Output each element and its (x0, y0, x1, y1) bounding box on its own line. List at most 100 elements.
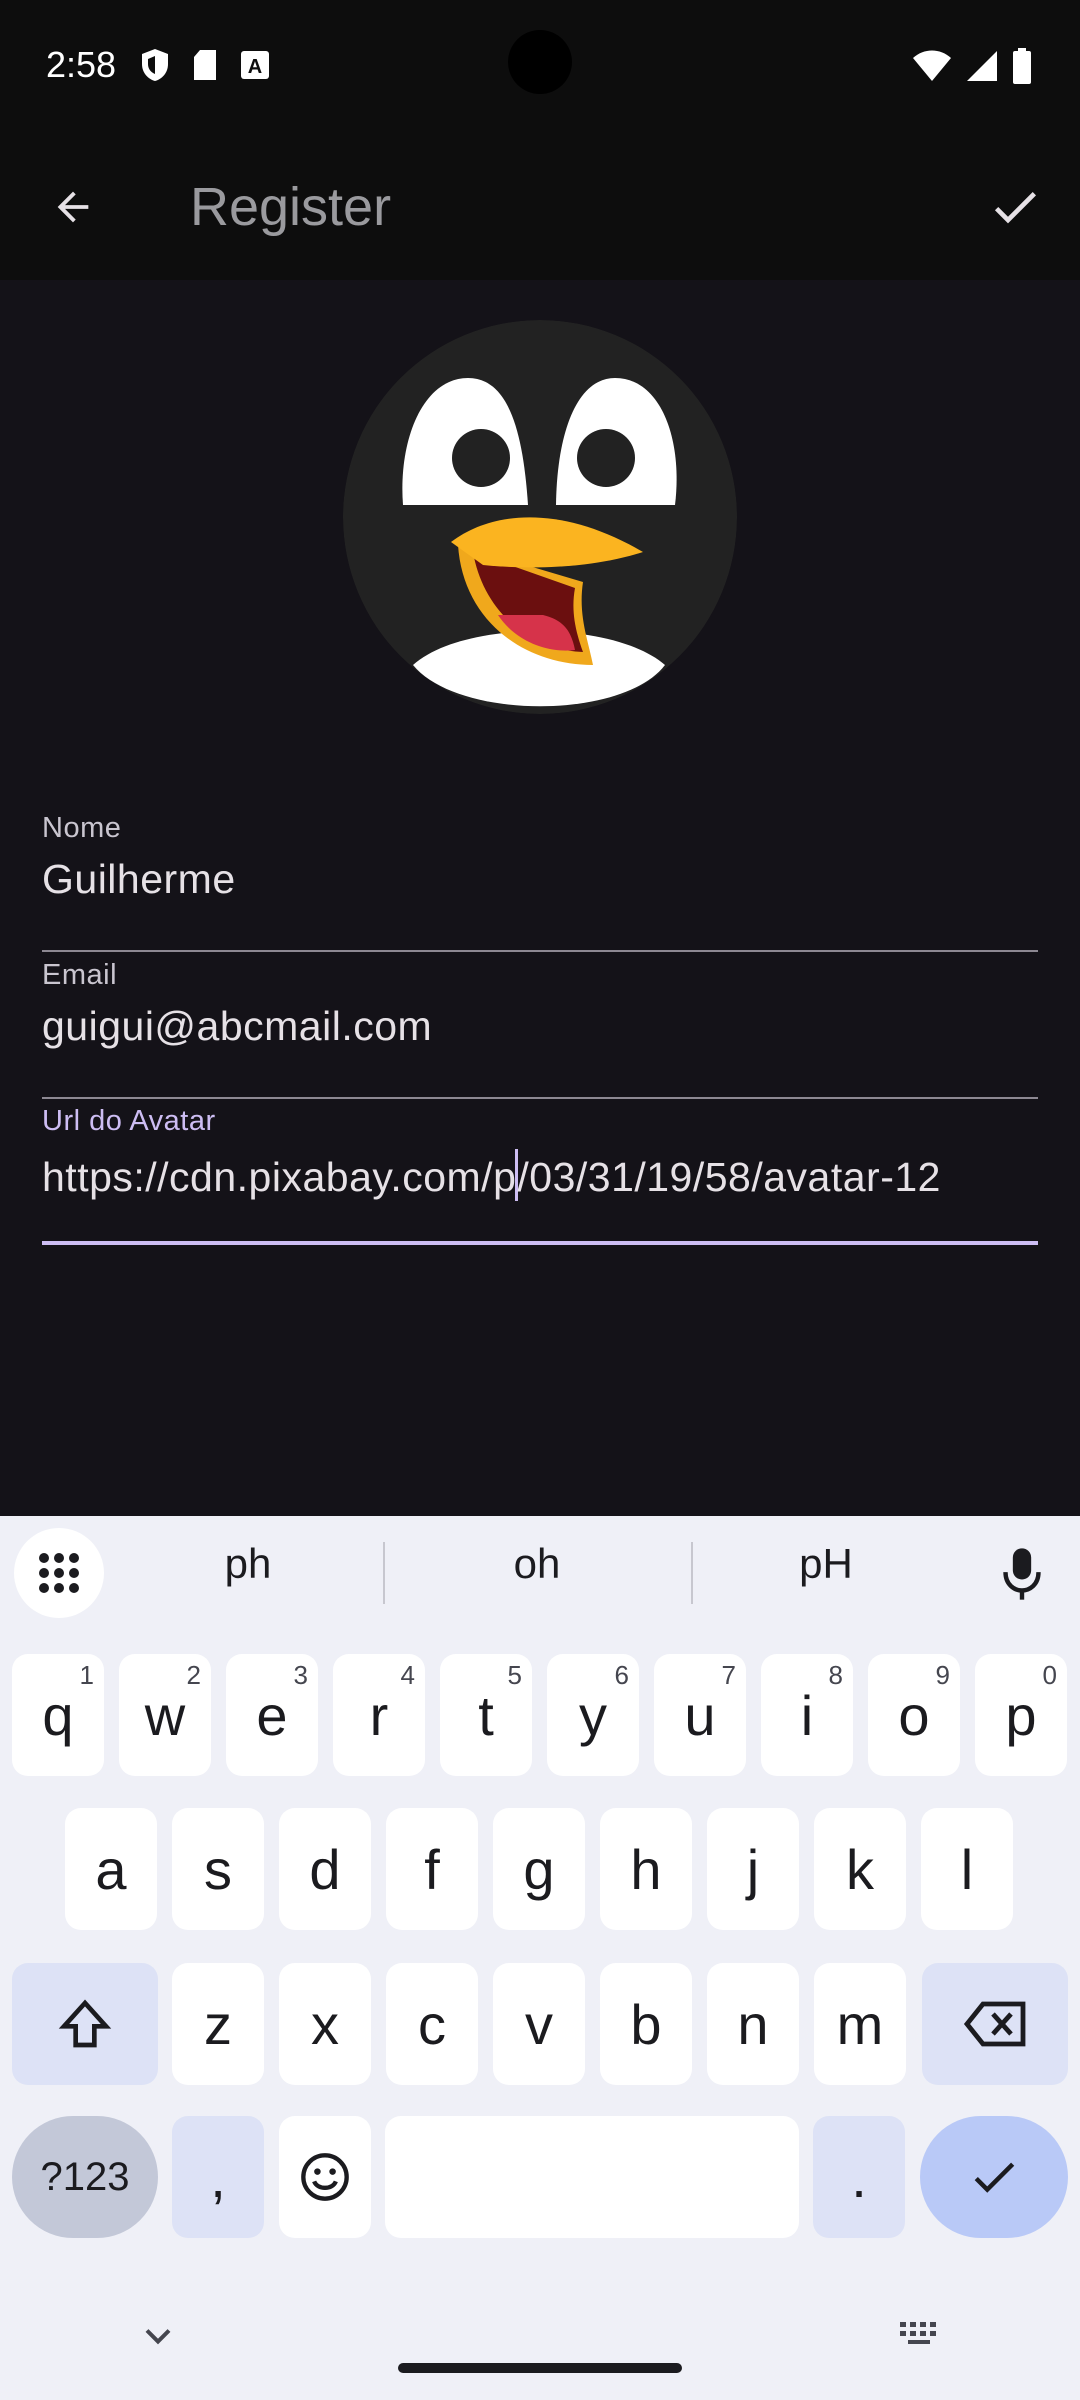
backspace-icon (963, 2001, 1026, 2047)
key-x[interactable]: x (279, 1963, 371, 2085)
switch-keyboard-button[interactable] (896, 2314, 944, 2354)
key-n[interactable]: n (707, 1963, 799, 2085)
email-label: Email (42, 959, 118, 991)
key-z[interactable]: z (172, 1963, 264, 2085)
hide-keyboard-button[interactable] (136, 2314, 180, 2358)
key-hint: 5 (507, 1660, 522, 1690)
key-s[interactable]: s (172, 1808, 264, 1930)
key-label: i (800, 1683, 814, 1747)
key-label: h (630, 1837, 662, 1901)
voice-input-button[interactable] (992, 1544, 1052, 1604)
keyboard-icon (900, 2322, 936, 2344)
key-v[interactable]: v (493, 1963, 585, 2085)
key-label: u (684, 1683, 716, 1747)
suggestion-3[interactable]: pH (706, 1540, 946, 1588)
avatar-url-field[interactable]: Url do Avatar https://cdn.pixabay.com/p/… (42, 1105, 1038, 1245)
key-label: l (960, 1837, 974, 1901)
key-j[interactable]: j (707, 1808, 799, 1930)
key-o[interactable]: o9 (868, 1654, 960, 1776)
comma-key[interactable]: , (172, 2116, 264, 2238)
key-hint: 6 (614, 1660, 629, 1690)
confirm-button[interactable] (980, 172, 1050, 242)
key-label: k (846, 1837, 874, 1901)
microphone-icon (1003, 1548, 1041, 1600)
camera-cutout (508, 30, 572, 94)
key-hint: 3 (293, 1660, 308, 1690)
symbols-key[interactable]: ?123 (12, 2116, 158, 2238)
sd-card-icon (194, 50, 216, 80)
keyboard-bottom-bar (0, 2286, 1080, 2400)
key-q[interactable]: q1 (12, 1654, 104, 1776)
key-label: x (311, 1992, 339, 2056)
email-input[interactable]: guigui@abcmail.com (42, 1003, 1038, 1050)
avatar (343, 320, 737, 714)
key-b[interactable]: b (600, 1963, 692, 2085)
space-key[interactable] (385, 2116, 799, 2238)
suggestion-2[interactable]: oh (417, 1540, 657, 1588)
app-bar: Register (0, 132, 1080, 280)
arrow-back-icon (57, 191, 89, 223)
key-e[interactable]: e3 (226, 1654, 318, 1776)
svg-text:A: A (248, 56, 262, 78)
key-label: s (204, 1837, 232, 1901)
key-hint: 0 (1042, 1660, 1057, 1690)
key-f[interactable]: f (386, 1808, 478, 1930)
name-label: Nome (42, 812, 122, 844)
key-p[interactable]: p0 (975, 1654, 1067, 1776)
key-label: n (737, 1992, 769, 2056)
key-k[interactable]: k (814, 1808, 906, 1930)
key-i[interactable]: i8 (761, 1654, 853, 1776)
name-input[interactable]: Guilherme (42, 856, 1038, 903)
key-label: e (256, 1683, 288, 1747)
email-field[interactable]: Email guigui@abcmail.com (42, 959, 1038, 1099)
suggestion-bar: ph oh pH (0, 1516, 1080, 1628)
key-hint: 8 (828, 1660, 843, 1690)
signal-icon (967, 51, 997, 81)
key-label: y (579, 1683, 607, 1747)
backspace-key[interactable] (922, 1963, 1068, 2085)
key-label: a (95, 1837, 127, 1901)
key-r[interactable]: r4 (333, 1654, 425, 1776)
key-label: o (898, 1683, 930, 1747)
suggestion-divider (691, 1542, 693, 1604)
key-c[interactable]: c (386, 1963, 478, 2085)
gesture-nav-handle[interactable] (398, 2363, 682, 2373)
name-field[interactable]: Nome Guilherme (42, 812, 1038, 952)
back-button[interactable] (40, 174, 106, 240)
grid-icon (39, 1553, 79, 1593)
check-icon (974, 2162, 1015, 2193)
key-u[interactable]: u7 (654, 1654, 746, 1776)
wifi-icon (913, 50, 951, 81)
emoji-key[interactable] (279, 2116, 371, 2238)
penguin-avatar-icon (343, 320, 737, 714)
key-y[interactable]: y6 (547, 1654, 639, 1776)
key-label: m (836, 1992, 884, 2056)
suggestion-divider (383, 1542, 385, 1604)
key-w[interactable]: w2 (119, 1654, 211, 1776)
status-bar: 2:58 A (0, 0, 1080, 132)
font-icon: A (241, 51, 269, 79)
key-label: j (746, 1837, 760, 1901)
key-a[interactable]: a (65, 1808, 157, 1930)
period-key[interactable]: . (813, 2116, 905, 2238)
key-l[interactable]: l (921, 1808, 1013, 1930)
avatar-url-text-after-caret: /03/31/19/58/avatar-12 (517, 1154, 941, 1200)
key-m[interactable]: m (814, 1963, 906, 2085)
shield-icon (142, 49, 168, 81)
key-label: c (418, 1992, 446, 2056)
keyboard-menu-button[interactable] (14, 1528, 104, 1618)
key-g[interactable]: g (493, 1808, 585, 1930)
key-hint: 4 (400, 1660, 415, 1690)
key-h[interactable]: h (600, 1808, 692, 1930)
enter-key[interactable] (920, 2116, 1068, 2238)
battery-icon (1013, 48, 1031, 84)
key-d[interactable]: d (279, 1808, 371, 1930)
suggestion-1[interactable]: ph (128, 1540, 368, 1588)
avatar-url-underline (42, 1241, 1038, 1245)
avatar-url-text-before-caret: https://cdn.pixabay.com/p (42, 1154, 517, 1200)
key-label: w (144, 1683, 186, 1747)
key-t[interactable]: t5 (440, 1654, 532, 1776)
check-icon (994, 192, 1036, 224)
shift-key[interactable] (12, 1963, 158, 2085)
avatar-url-input[interactable]: https://cdn.pixabay.com/p/03/31/19/58/av… (42, 1149, 1038, 1201)
